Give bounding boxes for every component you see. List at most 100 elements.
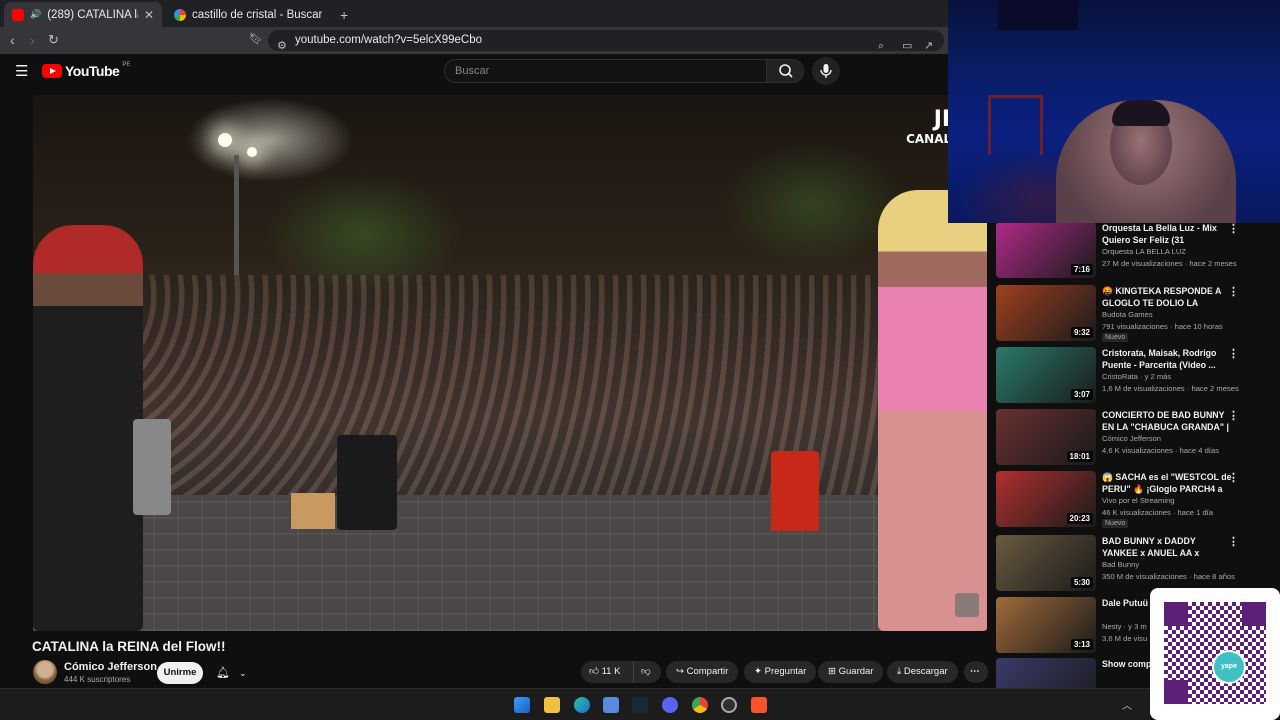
recommendation-title[interactable]: Cristorata, Maisak, Rodrigo Puente - Par… bbox=[1102, 347, 1232, 371]
recommendation-thumbnail[interactable]: 5:30 bbox=[996, 535, 1096, 591]
obs-icon[interactable] bbox=[721, 697, 737, 713]
video-duration: 9:32 bbox=[1070, 327, 1093, 338]
discord-icon[interactable] bbox=[662, 697, 678, 713]
recommendation-title[interactable]: CONCIERTO DE BAD BUNNY EN LA "CHABUCA GR… bbox=[1102, 409, 1232, 433]
cardboard-box bbox=[291, 493, 335, 529]
recommendation-thumbnail[interactable]: 3:07 bbox=[996, 347, 1096, 403]
forward-icon[interactable]: › bbox=[30, 32, 35, 48]
recommendation-channel[interactable]: Cómico Jefferson bbox=[1102, 434, 1161, 443]
bookmark-icon[interactable]: 🔖︎ bbox=[249, 32, 263, 45]
recommendation-item[interactable]: 7:16 Orquesta La Bella Luz - Mix Quiero … bbox=[996, 222, 1266, 282]
more-options-icon[interactable]: ⋮ bbox=[1228, 535, 1239, 548]
recommendation-item[interactable]: 3:07 Cristorata, Maisak, Rodrigo Puente … bbox=[996, 347, 1266, 407]
audio-icon: 🔊 bbox=[30, 9, 42, 19]
video-duration: 20:23 bbox=[1066, 513, 1093, 524]
download-icon: ⤓ bbox=[897, 666, 902, 677]
crowd bbox=[33, 275, 987, 505]
voice-search-button[interactable] bbox=[812, 57, 840, 85]
red-stool bbox=[771, 451, 819, 531]
recommendation-channel[interactable]: Budota Games bbox=[1102, 310, 1153, 319]
file-explorer-icon[interactable] bbox=[544, 697, 560, 713]
channel-branding-icon[interactable] bbox=[955, 593, 979, 617]
tab-google[interactable]: castillo de cristal - Buscar con Google bbox=[166, 2, 330, 27]
more-options-icon[interactable]: ⋮ bbox=[1228, 222, 1239, 235]
thumbs-up-icon: 👍︎ bbox=[589, 666, 599, 677]
steam-icon[interactable] bbox=[632, 697, 648, 713]
download-button[interactable]: ⤓ Descargar bbox=[887, 661, 958, 683]
webcam-overlay bbox=[948, 0, 1280, 223]
search-input[interactable]: Buscar bbox=[444, 59, 767, 83]
more-actions-button[interactable]: ⋯ bbox=[964, 661, 988, 683]
recommendation-thumbnail[interactable]: 7:16 bbox=[996, 222, 1096, 278]
recommendation-meta: 3,6 M de visu bbox=[1102, 634, 1148, 643]
lamp-post bbox=[234, 155, 239, 275]
recommendation-item[interactable]: 20:23 😱 SACHA es el "WESTCOL de PERU" 🔥 … bbox=[996, 471, 1266, 531]
youtube-header: ☰ YouTube PE Buscar bbox=[0, 54, 948, 90]
dislike-button[interactable]: 👎︎ bbox=[633, 661, 661, 683]
recommendation-title[interactable]: BAD BUNNY x DADDY YANKEE x ANUEL AA x CO… bbox=[1102, 535, 1232, 559]
recommendation-thumbnail[interactable]: 18:01 bbox=[996, 409, 1096, 465]
channel-avatar[interactable] bbox=[33, 660, 57, 684]
recommendation-item[interactable]: 5:30 BAD BUNNY x DADDY YANKEE x ANUEL AA… bbox=[996, 535, 1266, 595]
recommendation-thumbnail[interactable]: 20:23 bbox=[996, 471, 1096, 527]
store-icon[interactable] bbox=[603, 697, 619, 713]
recommendation-item[interactable]: 9:32 🤬 KINGTEKA RESPONDE A GLOGLO TE DOL… bbox=[996, 285, 1266, 345]
browser-tab-bar: 🔊 (289) CATALINA la REINA del ✕ castillo… bbox=[0, 0, 948, 27]
ask-button[interactable]: ✦ Preguntar bbox=[744, 661, 817, 683]
new-badge: Nuevo bbox=[1102, 333, 1129, 342]
chrome-icon[interactable] bbox=[692, 697, 708, 713]
recommendation-title[interactable]: 😱 SACHA es el "WESTCOL de PERU" 🔥 ¡Glogl… bbox=[1102, 471, 1232, 495]
like-count: 11 K bbox=[601, 666, 621, 677]
notifications-button[interactable]: 🔔︎ ⌄ bbox=[208, 662, 254, 684]
tray-chevron-icon[interactable]: ︿ bbox=[1122, 697, 1132, 713]
reload-icon[interactable]: ↻ bbox=[48, 32, 59, 48]
new-tab-button[interactable]: + bbox=[332, 2, 352, 27]
recommendation-thumbnail[interactable]: 3:13 bbox=[996, 597, 1096, 653]
recommendation-channel[interactable]: Orquesta LA BELLA LUZ bbox=[1102, 247, 1186, 256]
yape-qr-code: yape bbox=[1150, 588, 1280, 720]
video-duration: 7:16 bbox=[1070, 264, 1093, 275]
more-options-icon[interactable]: ⋮ bbox=[1228, 409, 1239, 422]
recommendation-channel[interactable]: Nesty · y 3 m bbox=[1102, 622, 1147, 631]
recommendation-meta: 4,6 K visualizaciones · hace 4 días bbox=[1102, 446, 1219, 455]
tab-label: castillo de cristal - Buscar con Google bbox=[192, 8, 322, 21]
recommendation-meta: 46 K visualizaciones · hace 1 día bbox=[1102, 508, 1214, 517]
recommendation-title[interactable]: 🤬 KINGTEKA RESPONDE A GLOGLO TE DOLIO LA… bbox=[1102, 285, 1232, 309]
recommendation-title[interactable]: Orquesta La Bella Luz - Mix Quiero Ser F… bbox=[1102, 222, 1232, 246]
brave-icon[interactable] bbox=[751, 697, 767, 713]
video-duration: 18:01 bbox=[1066, 451, 1093, 462]
recommendation-channel[interactable]: CristoRata · y 2 más bbox=[1102, 372, 1171, 381]
like-button[interactable]: 👍︎ 11 K bbox=[581, 661, 633, 683]
back-icon[interactable]: ‹ bbox=[10, 32, 15, 48]
recommendation-channel[interactable]: Vivo por el Streaming bbox=[1102, 496, 1174, 505]
taskbar: ︿ bbox=[0, 688, 1150, 720]
url-input[interactable]: ⚙︎ youtube.com/watch?v=5elcX99eCbo ⌕ ▭ ↗ bbox=[268, 30, 944, 52]
edge-icon[interactable] bbox=[574, 697, 590, 713]
recommendation-channel[interactable]: Bad Bunny bbox=[1102, 560, 1139, 569]
country-code: PE bbox=[122, 62, 131, 68]
start-icon[interactable] bbox=[514, 697, 530, 713]
more-options-icon[interactable]: ⋮ bbox=[1228, 471, 1239, 484]
tab-youtube[interactable]: 🔊 (289) CATALINA la REINA del ✕ bbox=[4, 2, 162, 27]
menu-icon[interactable]: ☰ bbox=[15, 62, 28, 80]
join-button[interactable]: Unirme bbox=[157, 662, 203, 684]
channel-name[interactable]: Cómico Jefferson bbox=[64, 661, 157, 673]
save-label: Guardar bbox=[838, 666, 874, 677]
share-button[interactable]: ↪ Compartir bbox=[666, 661, 739, 683]
video-player[interactable]: JEFF CANAL OFIC bbox=[33, 95, 987, 631]
more-options-icon[interactable]: ⋮ bbox=[1228, 285, 1239, 298]
close-tab-icon[interactable]: ✕ bbox=[144, 8, 154, 22]
subscriber-count: 444 K suscriptores bbox=[64, 675, 131, 684]
recommendation-thumbnail[interactable]: 9:32 bbox=[996, 285, 1096, 341]
suitcase bbox=[337, 435, 397, 530]
youtube-logo[interactable]: YouTube PE bbox=[42, 62, 131, 79]
bell-icon: 🔔︎ bbox=[216, 667, 230, 679]
sparkle-icon: ✦ bbox=[754, 666, 762, 677]
video-duration: 3:13 bbox=[1070, 639, 1093, 650]
recommendation-item[interactable]: 18:01 CONCIERTO DE BAD BUNNY EN LA "CHAB… bbox=[996, 409, 1266, 469]
street-lamp bbox=[218, 133, 232, 147]
save-button[interactable]: ⊞ Guardar bbox=[818, 661, 884, 683]
more-icon: ⋯ bbox=[970, 666, 980, 677]
search-button[interactable] bbox=[766, 59, 804, 83]
more-options-icon[interactable]: ⋮ bbox=[1228, 347, 1239, 360]
